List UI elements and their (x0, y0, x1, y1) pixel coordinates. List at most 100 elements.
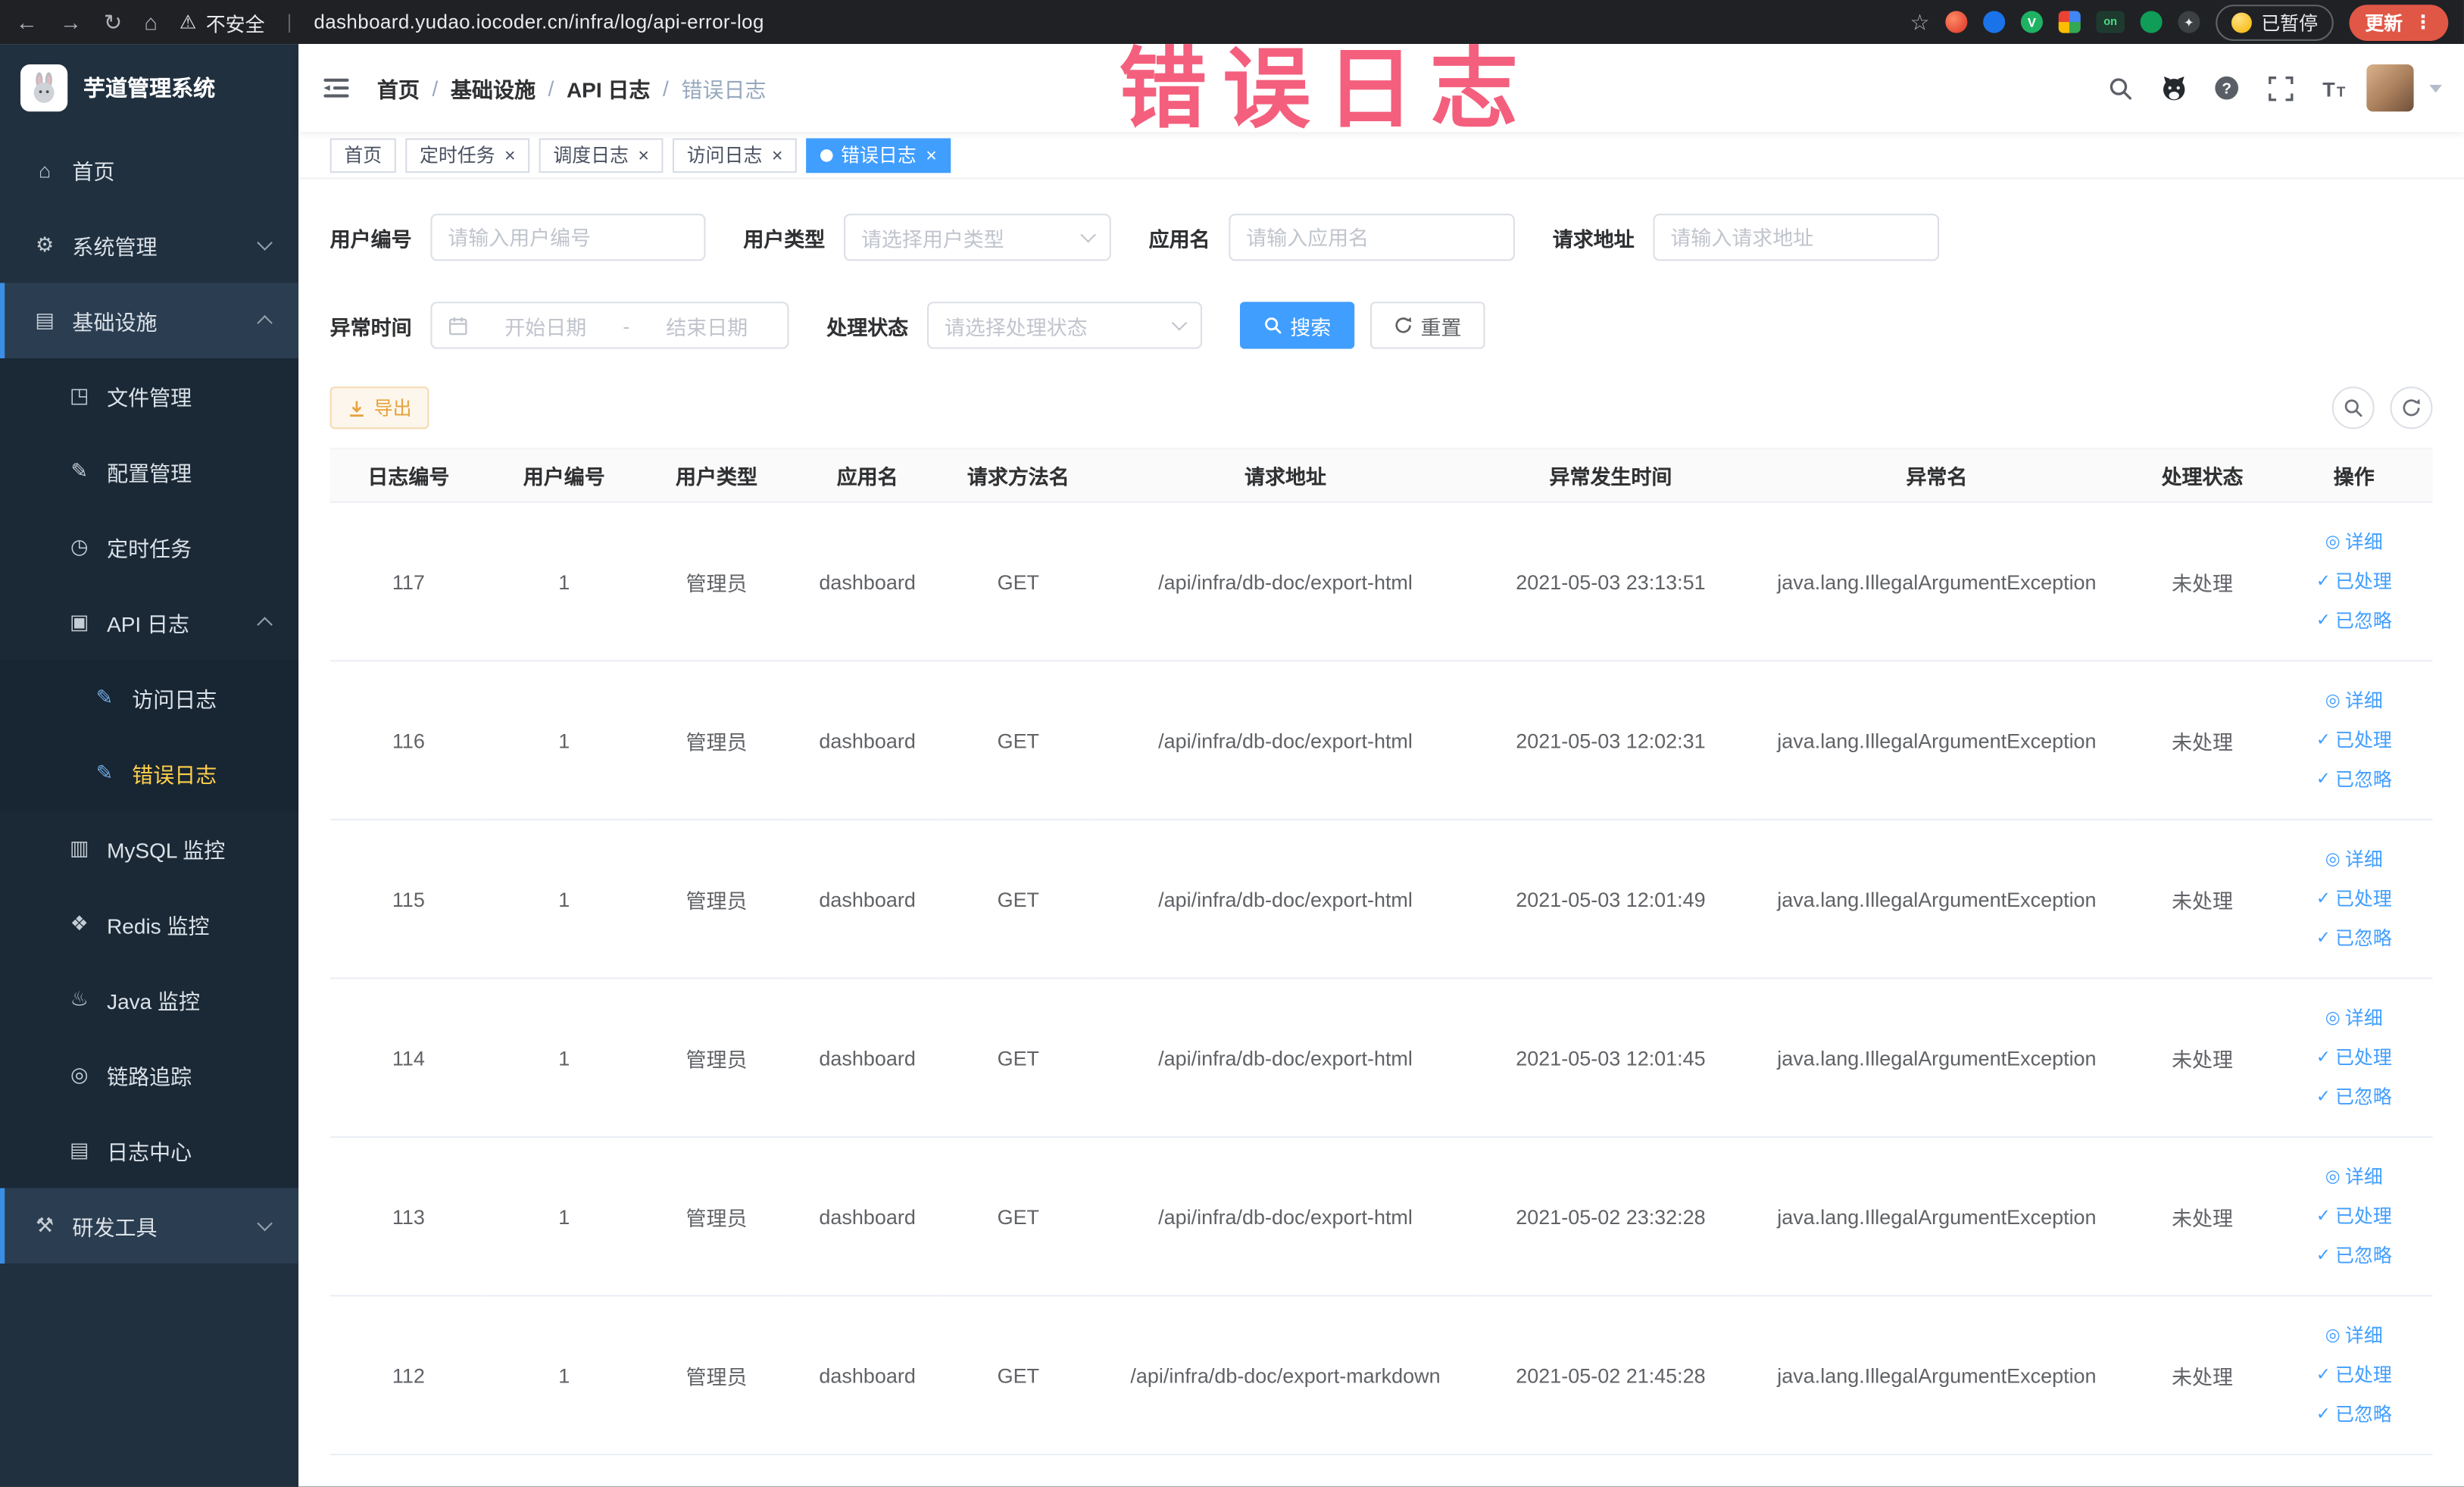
process-status-placeholder: 请选择处理状态 (944, 314, 1088, 339)
reset-button[interactable]: 重置 (1370, 301, 1485, 349)
tab[interactable]: 访问日志 × (673, 137, 798, 173)
svg-text:?: ? (2222, 80, 2231, 98)
action-detail-link[interactable]: ◎ 详细 (2275, 681, 2432, 720)
font-size-icon[interactable]: T T (2313, 67, 2354, 108)
sidebar-item[interactable]: ◳ 文件管理 (0, 358, 299, 434)
action-label: 详细 (2344, 689, 2383, 711)
search-button[interactable]: 搜索 (1239, 301, 1355, 349)
app-logo[interactable]: 芋道管理系统 (0, 44, 298, 132)
on-badge-icon[interactable]: on (2096, 11, 2125, 33)
sidebar-item[interactable]: ❖ Redis 监控 (0, 886, 299, 962)
fullscreen-icon[interactable] (2259, 67, 2300, 108)
eye-icon: ◎ (2325, 849, 2341, 869)
action-ignored-link[interactable]: ✓ 已忽略 (2275, 1395, 2432, 1434)
github-icon[interactable] (2153, 67, 2194, 108)
kebab-icon[interactable]: ⋮ (2414, 11, 2433, 33)
action-detail-link[interactable]: ◎ 详细 (2275, 1316, 2432, 1355)
extension-icon[interactable]: ✦ (2178, 11, 2200, 33)
security-indicator[interactable]: ⚠ 不安全 (180, 7, 265, 36)
sidebar-item[interactable]: ⚒ 研发工具 (0, 1188, 299, 1264)
forward-icon[interactable]: → (60, 9, 82, 34)
request-url-input[interactable] (1653, 214, 1940, 261)
user-id-label: 用户编号 (329, 226, 412, 251)
sidebar-item-label: 定时任务 (107, 537, 192, 561)
sidebar-item[interactable]: ✎ 错误日志 (0, 735, 299, 811)
tab-close-icon[interactable]: × (638, 145, 649, 164)
app-name-input[interactable] (1229, 214, 1516, 261)
action-ignored-link[interactable]: ✓ 已忽略 (2275, 919, 2432, 958)
sidebar-item[interactable]: ▥ MySQL 监控 (0, 811, 299, 887)
sidebar-item[interactable]: ▤ 基础设施 (0, 283, 299, 359)
export-button[interactable]: 导出 (329, 386, 429, 430)
sidebar-item[interactable]: ✎ 配置管理 (0, 433, 299, 510)
cell-url: /api/infra/db-doc/export-html (1093, 501, 1478, 662)
tab[interactable]: 错误日志 × (806, 137, 951, 173)
action-processed-link[interactable]: ✓ 已处理 (2275, 1355, 2432, 1395)
breadcrumb-item[interactable]: 首页 (377, 72, 420, 103)
export-button-label: 导出 (373, 397, 412, 420)
date-range-picker[interactable]: 开始日期 - 结束日期 (430, 301, 789, 349)
user-avatar[interactable] (2366, 64, 2414, 112)
sidebar-item-label: 文件管理 (107, 386, 192, 411)
action-detail-link[interactable]: ◎ 详细 (2275, 998, 2432, 1038)
action-ignored-link[interactable]: ✓ 已忽略 (2275, 601, 2432, 641)
tab-close-icon[interactable]: × (926, 145, 937, 164)
action-detail-link[interactable]: ◎ 详细 (2275, 840, 2432, 879)
sidebar-item[interactable]: ♨ Java 监控 (0, 961, 299, 1038)
mysql-icon: ▥ (69, 836, 89, 860)
toggle-search-icon[interactable] (2331, 386, 2375, 430)
cell-app: dashboard (792, 1136, 943, 1297)
user-type-select[interactable]: 请选择用户类型 (844, 214, 1111, 261)
chevron-down-icon (1171, 315, 1188, 331)
sidebar-item[interactable]: ⚙ 系统管理 (0, 208, 298, 283)
back-icon[interactable]: ← (16, 9, 38, 34)
action-detail-link[interactable]: ◎ 详细 (2275, 523, 2432, 562)
extension-icon[interactable] (2058, 11, 2081, 33)
browser-window: ← → ↻ ⌂ ⚠ 不安全 | dashboard.yudao.iocoder.… (0, 0, 2464, 1487)
help-icon[interactable]: ? (2206, 67, 2247, 108)
action-detail-link[interactable]: ◎ 详细 (2275, 1157, 2432, 1197)
paused-extension-chip[interactable]: 已暂停 (2216, 4, 2334, 40)
extension-icon[interactable]: V (2020, 11, 2043, 33)
user-id-input[interactable] (430, 214, 706, 261)
action-processed-link[interactable]: ✓ 已处理 (2275, 562, 2432, 601)
sidebar-item[interactable]: ◎ 链路追踪 (0, 1037, 299, 1113)
refresh-icon[interactable] (2390, 386, 2433, 430)
extension-icon[interactable] (2140, 11, 2163, 33)
action-processed-link[interactable]: ✓ 已处理 (2275, 720, 2432, 760)
reload-icon[interactable]: ↻ (104, 8, 122, 35)
extension-icon[interactable] (1983, 11, 2006, 33)
sidebar-fold-icon[interactable] (320, 72, 351, 103)
tab-close-icon[interactable]: × (772, 145, 783, 164)
action-label: 详细 (2344, 1323, 2383, 1346)
tab[interactable]: 调度日志 × (539, 137, 664, 173)
calendar-icon (448, 315, 468, 336)
sidebar-item[interactable]: ⌂ 首页 (0, 132, 298, 208)
tab-close-icon[interactable]: × (504, 145, 516, 164)
sidebar-item[interactable]: ▣ API 日志 (0, 584, 299, 661)
action-processed-link[interactable]: ✓ 已处理 (2275, 1197, 2432, 1236)
extension-icon[interactable] (1945, 11, 1968, 33)
sidebar-item[interactable]: ✎ 访问日志 (0, 660, 299, 736)
action-ignored-link[interactable]: ✓ 已忽略 (2275, 760, 2432, 799)
sidebar-item[interactable]: ◷ 定时任务 (0, 509, 299, 585)
sidebar-item[interactable]: ▤ 日志中心 (0, 1112, 299, 1189)
cell-exception: java.lang.IllegalArgumentException (1744, 1136, 2130, 1297)
action-processed-link[interactable]: ✓ 已处理 (2275, 1038, 2432, 1077)
avatar-caret-icon[interactable] (2429, 83, 2442, 92)
process-status-label: 处理状态 (826, 314, 909, 339)
breadcrumb-item[interactable]: 基础设施 (451, 72, 536, 103)
action-ignored-link[interactable]: ✓ 已忽略 (2275, 1236, 2432, 1276)
breadcrumb-item[interactable]: API 日志 (567, 72, 651, 103)
search-icon[interactable] (2100, 67, 2141, 108)
tab[interactable]: 首页 (329, 137, 396, 173)
cell-app: dashboard (792, 1295, 943, 1456)
action-processed-link[interactable]: ✓ 已处理 (2275, 879, 2432, 919)
bookmark-star-icon[interactable]: ☆ (1910, 8, 1929, 35)
browser-home-icon[interactable]: ⌂ (144, 9, 158, 34)
action-ignored-link[interactable]: ✓ 已忽略 (2275, 1077, 2432, 1117)
browser-update-button[interactable]: 更新 ⋮ (2349, 4, 2449, 40)
address-bar[interactable]: dashboard.yudao.iocoder.cn/infra/log/api… (314, 11, 764, 33)
tab[interactable]: 定时任务 × (405, 137, 530, 173)
process-status-select[interactable]: 请选择处理状态 (927, 301, 1203, 349)
